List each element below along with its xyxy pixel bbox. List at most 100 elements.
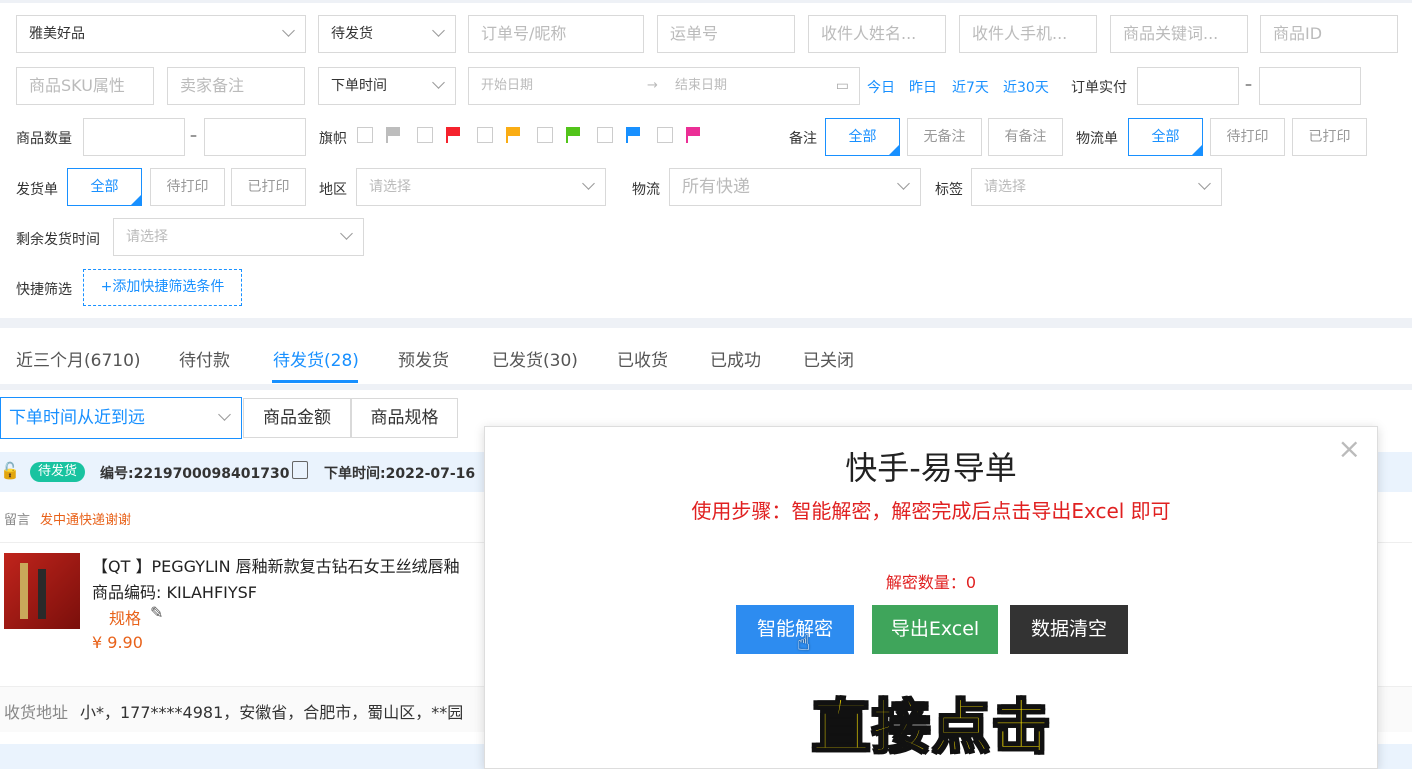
qty-min-input[interactable]: [83, 118, 185, 156]
decrypt-count: 解密数量：0: [885, 573, 977, 592]
quick-date-today[interactable]: 今日: [867, 77, 895, 97]
active-tab-indicator: [272, 380, 358, 383]
logistics-select[interactable]: 所有快递: [669, 168, 921, 206]
product-keyword-placeholder: 商品关键词...: [1123, 24, 1219, 43]
logistics-label: 物流: [632, 182, 660, 198]
product-code: 商品编码: KILAHFIYSF: [92, 583, 258, 602]
chevron-down-icon: [582, 177, 595, 190]
logistics-bill-label: 物流单: [1076, 131, 1118, 147]
qty-range-dash: –: [190, 128, 197, 144]
remark-all-button[interactable]: 全部: [825, 118, 900, 156]
clear-data-button[interactable]: 数据清空: [1010, 605, 1128, 654]
copy-icon[interactable]: [292, 461, 308, 479]
tab-success[interactable]: 已成功: [710, 346, 761, 371]
order-number: 编号:2219700098401730: [100, 466, 290, 482]
quick-date-yesterday[interactable]: 昨日: [909, 77, 937, 97]
arrow-right-icon: →: [647, 78, 658, 93]
remark-label: 备注: [789, 131, 817, 147]
end-date-placeholder: 结束日期: [675, 78, 728, 93]
export-excel-button[interactable]: 导出Excel: [872, 605, 998, 654]
ship-bill-pending-button[interactable]: 待打印: [150, 168, 225, 206]
unlock-icon[interactable]: 🔓: [0, 461, 20, 480]
flag-checkbox[interactable]: [357, 127, 373, 143]
remaining-time-select[interactable]: 请选择: [113, 218, 364, 256]
smart-decrypt-button[interactable]: 智能解密: [736, 605, 854, 654]
top-border: [0, 0, 1412, 3]
qty-max-input[interactable]: [204, 118, 306, 156]
flag-checkbox[interactable]: [477, 127, 493, 143]
waybill-placeholder: 运单号: [670, 24, 719, 43]
remark-has-button[interactable]: 有备注: [988, 118, 1063, 156]
tab-pending-payment[interactable]: 待付款: [179, 346, 230, 371]
chevron-down-icon: [432, 24, 445, 37]
order-time: 下单时间:2022-07-16: [324, 466, 476, 482]
chevron-down-icon: [1198, 177, 1211, 190]
tab-shipped[interactable]: 已发货(30): [492, 346, 578, 371]
logistics-bill-pending-button[interactable]: 待打印: [1210, 118, 1285, 156]
tab-three-months[interactable]: 近三个月(6710): [16, 346, 141, 371]
seller-note-input[interactable]: 卖家备注: [167, 67, 305, 105]
sort-amount-button[interactable]: 商品金额: [243, 398, 351, 438]
remaining-time-label: 剩余发货时间: [16, 232, 100, 248]
product-keyword-input[interactable]: 商品关键词...: [1110, 15, 1248, 53]
ship-bill-printed-button[interactable]: 已打印: [231, 168, 306, 206]
edit-icon[interactable]: ✎: [150, 603, 163, 622]
sku-input[interactable]: 商品SKU属性: [16, 67, 154, 105]
product-image[interactable]: [4, 553, 80, 629]
paid-min-input[interactable]: [1137, 67, 1239, 105]
order-no-input[interactable]: 订单号/昵称: [468, 15, 644, 53]
quick-date-7days[interactable]: 近7天: [952, 77, 989, 97]
product-title[interactable]: 【QT 】PEGGYLIN 唇釉新款复古钻石女王丝绒唇釉: [92, 553, 460, 577]
modal-instructions: 使用步骤：智能解密，解密完成后点击导出Excel 即可: [691, 499, 1171, 523]
flag-icon: [626, 127, 640, 143]
spec-label: 规格: [109, 609, 142, 628]
chevron-down-icon: [897, 177, 910, 190]
shop-select[interactable]: 雅美好品: [16, 15, 306, 53]
paid-max-input[interactable]: [1259, 67, 1361, 105]
shipping-address: 小*，177****4981，安徽省，合肥市，蜀山区，**园: [80, 703, 464, 722]
product-id-input[interactable]: 商品ID: [1260, 15, 1398, 53]
logistics-bill-printed-button[interactable]: 已打印: [1292, 118, 1367, 156]
qty-label: 商品数量: [16, 131, 72, 147]
paid-label: 订单实付: [1071, 80, 1127, 96]
modal-title: 快手-易导单: [845, 449, 1017, 487]
receiver-name-input[interactable]: 收件人姓名...: [808, 15, 946, 53]
receiver-phone-input[interactable]: 收件人手机...: [959, 15, 1097, 53]
sort-spec-button[interactable]: 商品规格: [351, 398, 458, 438]
add-quick-filter-button[interactable]: +添加快捷筛选条件: [83, 269, 242, 306]
time-type-select[interactable]: 下单时间: [318, 67, 456, 105]
address-label: 收货地址: [4, 703, 69, 722]
lipstick-graphic: [38, 569, 46, 619]
tab-pending-shipment[interactable]: 待发货(28): [273, 346, 359, 371]
quick-date-30days[interactable]: 近30天: [1003, 77, 1049, 97]
chevron-down-icon: [432, 76, 445, 89]
logistics-bill-all-button[interactable]: 全部: [1128, 118, 1203, 156]
sort-select[interactable]: 下单时间从近到远: [0, 397, 242, 439]
chevron-down-icon: [282, 24, 295, 37]
tag-select[interactable]: 请选择: [971, 168, 1222, 206]
chevron-down-icon: [340, 227, 353, 240]
tab-closed[interactable]: 已关闭: [803, 346, 854, 371]
video-caption: 直接点击: [811, 692, 1053, 762]
status-select[interactable]: 待发货: [318, 15, 456, 53]
flag-checkbox[interactable]: [657, 127, 673, 143]
flag-checkbox[interactable]: [537, 127, 553, 143]
tab-received[interactable]: 已收货: [617, 346, 668, 371]
tab-pre-shipment[interactable]: 预发货: [398, 346, 449, 371]
ship-bill-all-button[interactable]: 全部: [67, 168, 142, 206]
date-range-input[interactable]: 开始日期 → 结束日期 ▭: [468, 67, 860, 105]
order-no-placeholder: 订单号/昵称: [481, 24, 567, 43]
receiver-phone-placeholder: 收件人手机...: [972, 24, 1068, 43]
remark-none-button[interactable]: 无备注: [907, 118, 982, 156]
waybill-input[interactable]: 运单号: [657, 15, 795, 53]
flag-icon: [506, 127, 520, 143]
start-date-placeholder: 开始日期: [481, 78, 534, 93]
region-select[interactable]: 请选择: [356, 168, 606, 206]
flag-checkbox[interactable]: [597, 127, 613, 143]
flag-checkbox[interactable]: [417, 127, 433, 143]
hand-cursor-icon: ☝: [797, 631, 811, 656]
section-divider: [0, 318, 1412, 328]
flag-icon: [566, 127, 580, 143]
quick-filter-label: 快捷筛选: [16, 282, 72, 298]
flag-icon: [686, 127, 700, 143]
